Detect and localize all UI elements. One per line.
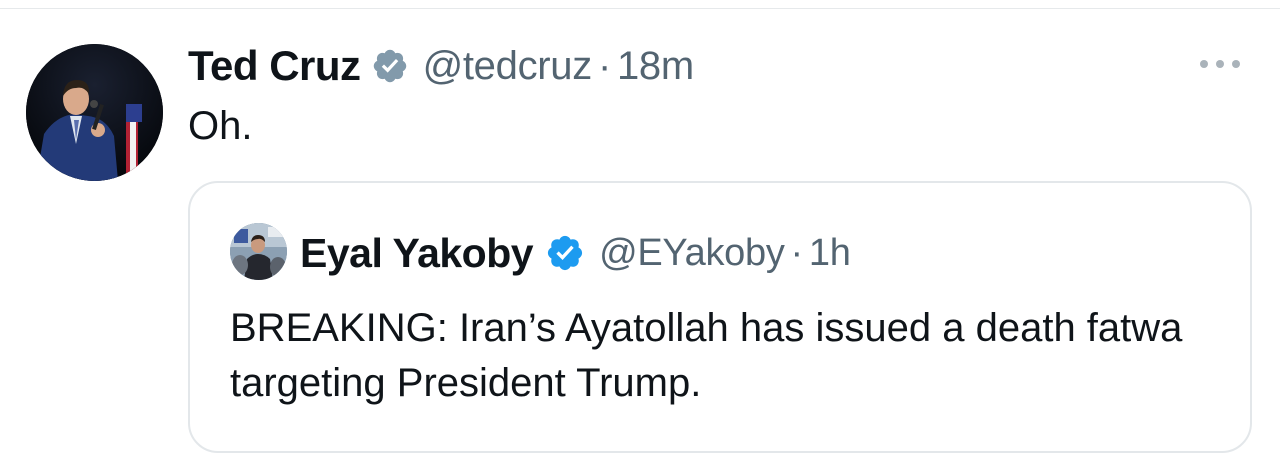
tweet-header: Ted Cruz @tedcruz · 18m — [188, 40, 694, 92]
avatar[interactable] — [26, 44, 163, 181]
quoted-author-handle: @EYakoby — [599, 231, 785, 274]
more-horizontal-icon[interactable] — [1200, 58, 1240, 70]
author-name[interactable]: Ted Cruz — [188, 42, 361, 90]
quoted-avatar[interactable] — [230, 223, 287, 280]
verified-badge-icon[interactable] — [371, 47, 409, 85]
quoted-author-name: Eyal Yakoby — [300, 229, 534, 276]
tweet-timestamp[interactable]: 18m — [617, 44, 694, 89]
quoted-tweet-text: BREAKING: Iran’s Ayatollah has issued a … — [230, 306, 1183, 405]
quoted-header-separator: · — [790, 231, 804, 274]
author-handle[interactable]: @tedcruz — [423, 44, 593, 89]
top-divider — [0, 8, 1280, 9]
quoted-tweet-timestamp: 1h — [808, 231, 851, 274]
quoted-tweet-header: Eyal Yakoby @EYakoby · 1h — [300, 227, 851, 279]
verified-badge-icon — [545, 233, 585, 273]
header-separator: · — [597, 43, 611, 88]
tweet-text: Oh. — [188, 104, 253, 148]
quoted-tweet-card[interactable]: Eyal Yakoby @EYakoby · 1h BREAKING: Iran… — [188, 181, 1252, 453]
